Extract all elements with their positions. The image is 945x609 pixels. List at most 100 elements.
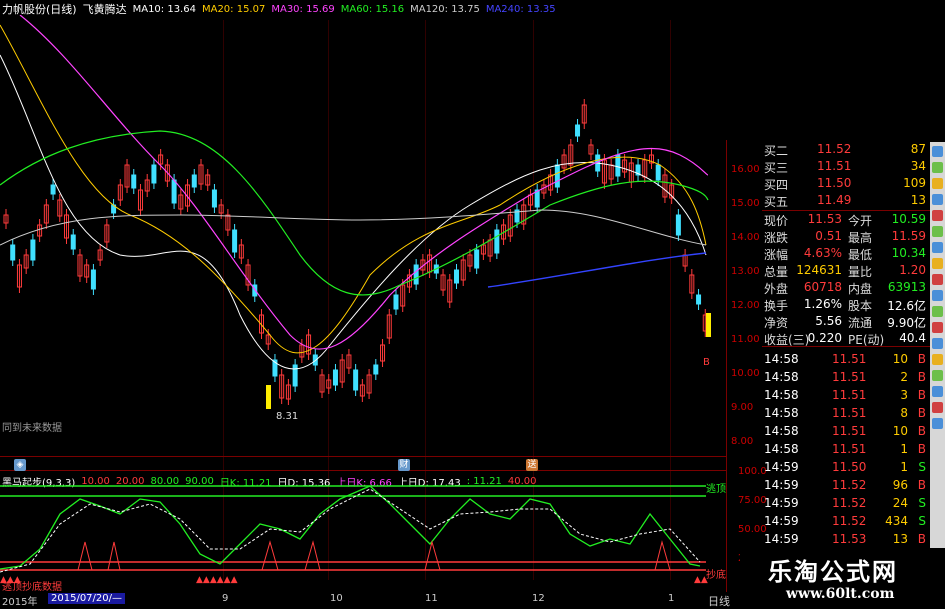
candle-body bbox=[675, 214, 681, 236]
toolbar-icon[interactable] bbox=[932, 418, 943, 429]
trade-time: 14:58 bbox=[764, 424, 799, 438]
toolbar-icon[interactable] bbox=[932, 274, 943, 285]
trade-volume: 10 bbox=[892, 352, 908, 366]
stat-label: 涨跌 bbox=[764, 231, 789, 245]
finance-marker-icon[interactable]: 财 bbox=[398, 459, 410, 471]
toolbar-icon[interactable] bbox=[932, 146, 943, 157]
bid-row[interactable]: 买五 11.49 13 bbox=[762, 193, 930, 210]
bid-row[interactable]: 买二 11.52 87 bbox=[762, 142, 930, 159]
trade-volume: 3 bbox=[900, 388, 908, 402]
panel-divider bbox=[0, 470, 726, 471]
trade-time: 14:58 bbox=[764, 388, 799, 402]
bid-volume: 34 bbox=[910, 159, 926, 173]
trade-price: 11.52 bbox=[832, 496, 867, 510]
year-label: 2015年 bbox=[2, 597, 38, 608]
candle-body bbox=[90, 269, 96, 290]
candle-body bbox=[292, 364, 298, 387]
toolbar-icon[interactable] bbox=[932, 258, 943, 269]
candle-body bbox=[50, 184, 56, 195]
trade-volume: 13 bbox=[892, 532, 908, 546]
price-tick-label: 8.00 bbox=[731, 436, 754, 447]
toolbar-icon[interactable] bbox=[932, 194, 943, 205]
period-label[interactable]: 日线 bbox=[708, 593, 730, 609]
toolbar-icon[interactable] bbox=[932, 242, 943, 253]
candle-body bbox=[70, 234, 76, 250]
stat-value: 124631 bbox=[796, 263, 842, 277]
toolbar-icon[interactable] bbox=[932, 354, 943, 365]
trade-row: 14:58 11.51 3 B bbox=[762, 388, 930, 405]
price-tick-label: 12.00 bbox=[731, 300, 760, 311]
toolbar-icon[interactable] bbox=[932, 290, 943, 301]
stat-label: 最高 bbox=[848, 231, 873, 245]
toolbar-icon[interactable] bbox=[932, 226, 943, 237]
indicator-chart[interactable]: ▼▼▼▼▼▼▼ ▲▲▲ ▲▲▲▲▲▲ ▲▲ bbox=[0, 484, 726, 584]
stat-label: 现价 bbox=[764, 214, 789, 228]
stat-label: 涨幅 bbox=[764, 248, 789, 262]
candle-body bbox=[191, 174, 197, 188]
stat-value: 12.6亿 bbox=[887, 299, 926, 313]
trade-volume: 10 bbox=[892, 424, 908, 438]
candle-body bbox=[494, 229, 500, 254]
toolbar-icon[interactable] bbox=[932, 402, 943, 413]
trade-row: 14:58 11.51 1 B bbox=[762, 442, 930, 459]
dividend-marker-icon[interactable]: 送 bbox=[526, 459, 538, 471]
trade-price: 11.51 bbox=[832, 442, 867, 456]
month-tick-label: 1 bbox=[668, 593, 675, 604]
trade-row: 14:58 11.51 2 B bbox=[762, 370, 930, 387]
toolbar-icon[interactable] bbox=[932, 178, 943, 189]
trade-price: 11.51 bbox=[832, 388, 867, 402]
ma20-line bbox=[0, 24, 707, 354]
side-toolbar bbox=[930, 142, 945, 582]
toolbar-icon[interactable] bbox=[932, 370, 943, 381]
low-price-label: 8.31 bbox=[276, 411, 298, 422]
top-signal-label: 逃顶 bbox=[706, 484, 726, 495]
trade-row: 14:59 11.52 434 S bbox=[762, 514, 930, 531]
trade-time: 14:59 bbox=[764, 514, 799, 528]
toolbar-icon[interactable] bbox=[932, 162, 943, 173]
bid-volume: 87 bbox=[910, 142, 926, 156]
bid-price: 11.52 bbox=[817, 142, 852, 156]
price-tick-label: 9.00 bbox=[731, 402, 754, 413]
trade-row: 14:58 11.51 10 B bbox=[762, 424, 930, 441]
ma-legend: MA10: 13.64 MA20: 15.07 MA30: 15.69 MA60: 1… bbox=[133, 4, 556, 15]
stat-label: 总量 bbox=[764, 265, 789, 279]
time-axis: 2015年 2015/07/20/— 9 10 11 12 1 日线 bbox=[0, 592, 740, 609]
trade-volume: 1 bbox=[900, 460, 908, 474]
stat-value: 4.63% bbox=[803, 246, 842, 260]
bid-row[interactable]: 买四 11.50 109 bbox=[762, 176, 930, 193]
trade-volume: 2 bbox=[900, 370, 908, 384]
stat-value: 11.53 bbox=[807, 212, 842, 226]
stat-label: 最低 bbox=[848, 248, 873, 262]
candle-body bbox=[171, 179, 177, 204]
trade-time: 14:59 bbox=[764, 478, 799, 492]
price-tick-label: 13.00 bbox=[731, 266, 760, 277]
ma-legend-item: MA120: 13.75 bbox=[410, 3, 480, 15]
month-tick-label: 12 bbox=[532, 593, 545, 604]
trade-time: 14:59 bbox=[764, 460, 799, 474]
trade-side: S bbox=[918, 496, 926, 510]
price-tick-label: 14.00 bbox=[731, 232, 760, 243]
quote-stat-row: 现价 11.53 今开 10.59 bbox=[762, 212, 930, 229]
bid-row[interactable]: 买三 11.51 34 bbox=[762, 159, 930, 176]
toolbar-icon[interactable] bbox=[932, 210, 943, 221]
weight-marker-icon[interactable]: ◈ bbox=[14, 459, 26, 471]
trade-price: 11.52 bbox=[832, 514, 867, 528]
highlight-candle bbox=[706, 313, 711, 337]
toolbar-icon[interactable] bbox=[932, 306, 943, 317]
trade-price: 11.53 bbox=[832, 532, 867, 546]
bid-price: 11.50 bbox=[817, 176, 852, 190]
toolbar-icon[interactable] bbox=[932, 338, 943, 349]
candle-body bbox=[575, 124, 581, 137]
bid-label: 买二 bbox=[764, 144, 789, 158]
candlestick-chart[interactable]: 8.31 B bbox=[0, 15, 726, 455]
date-cursor-box[interactable]: 2015/07/20/— bbox=[48, 593, 126, 604]
svg-text:▼▼▼▼▼▼▼: ▼▼▼▼▼▼▼ bbox=[336, 484, 385, 485]
candle-body bbox=[211, 189, 217, 208]
toolbar-icon[interactable] bbox=[932, 386, 943, 397]
candle-body bbox=[393, 294, 399, 310]
stat-value: 9.90亿 bbox=[887, 316, 926, 330]
stat-value: 10.34 bbox=[891, 246, 926, 260]
bid-label: 买四 bbox=[764, 178, 789, 192]
toolbar-icon[interactable] bbox=[932, 322, 943, 333]
trade-row: 14:59 11.52 24 S bbox=[762, 496, 930, 513]
